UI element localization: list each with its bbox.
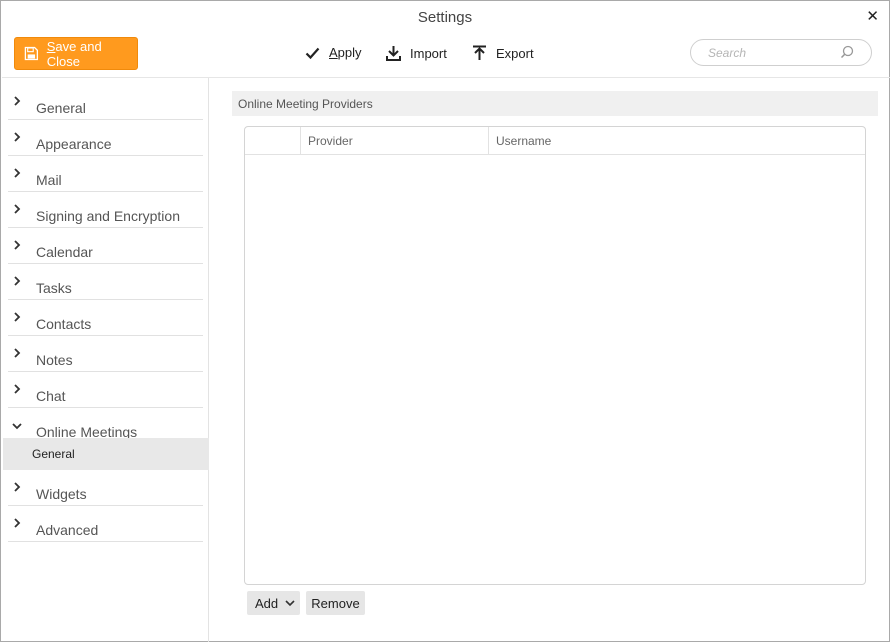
sidebar-item-label: Mail bbox=[36, 172, 62, 188]
sidebar-item-label: Contacts bbox=[36, 316, 92, 332]
sidebar-item-label: Notes bbox=[36, 352, 73, 368]
providers-table[interactable]: Provider Username bbox=[244, 126, 866, 585]
chevron-right-icon bbox=[14, 312, 21, 322]
settings-window: Settings ✕ Save and Close Apply Import E… bbox=[0, 0, 890, 642]
chevron-right-icon bbox=[14, 96, 21, 106]
chevron-right-icon bbox=[14, 204, 21, 214]
sidebar-item-label: Widgets bbox=[36, 486, 87, 502]
sidebar-item-general[interactable]: General bbox=[8, 84, 203, 120]
chevron-right-icon bbox=[14, 240, 21, 250]
chevron-right-icon bbox=[14, 518, 21, 528]
sidebar-item-label: Calendar bbox=[36, 244, 93, 260]
chevron-right-icon bbox=[14, 276, 21, 286]
import-icon bbox=[386, 46, 401, 61]
table-header: Provider Username bbox=[245, 127, 865, 155]
save-and-close-button[interactable]: Save and Close bbox=[14, 37, 138, 70]
chevron-right-icon bbox=[14, 132, 21, 142]
sidebar-item-label: Signing and Encryption bbox=[36, 208, 180, 224]
sidebar-item-label: General bbox=[36, 100, 86, 116]
export-label: Export bbox=[496, 45, 534, 61]
remove-label: Remove bbox=[311, 595, 360, 611]
column-header-provider[interactable]: Provider bbox=[301, 127, 489, 154]
settings-sidebar: General Appearance Mail Signing and Encr… bbox=[2, 78, 209, 642]
section-header: Online Meeting Providers bbox=[232, 91, 878, 116]
import-button[interactable]: Import bbox=[386, 45, 447, 61]
sidebar-item-label: Tasks bbox=[36, 280, 72, 296]
sidebar-item-mail[interactable]: Mail bbox=[8, 156, 203, 192]
chevron-down-icon bbox=[12, 423, 22, 430]
sidebar-item-widgets[interactable]: Widgets bbox=[8, 470, 203, 506]
chevron-right-icon bbox=[14, 168, 21, 178]
close-icon[interactable]: ✕ bbox=[866, 7, 879, 25]
search-icon[interactable] bbox=[840, 45, 854, 59]
chevron-right-icon bbox=[14, 348, 21, 358]
column-header-username[interactable]: Username bbox=[489, 127, 865, 154]
section-title: Online Meeting Providers bbox=[238, 97, 373, 111]
sidebar-subitem-label: General bbox=[32, 447, 75, 461]
sidebar-item-chat[interactable]: Chat bbox=[8, 372, 203, 408]
sidebar-item-label: Advanced bbox=[36, 522, 99, 538]
export-button[interactable]: Export bbox=[472, 45, 534, 61]
sidebar-item-appearance[interactable]: Appearance bbox=[8, 120, 203, 156]
sidebar-subitem-online-meetings-general[interactable]: General bbox=[3, 438, 209, 470]
sidebar-item-signing-and-encryption[interactable]: Signing and Encryption bbox=[8, 192, 203, 228]
checkmark-icon bbox=[305, 47, 320, 59]
sidebar-item-tasks[interactable]: Tasks bbox=[8, 264, 203, 300]
column-header-select[interactable] bbox=[245, 127, 301, 154]
search-input[interactable] bbox=[708, 45, 838, 60]
sidebar-item-advanced[interactable]: Advanced bbox=[8, 506, 203, 542]
remove-button[interactable]: Remove bbox=[306, 591, 365, 615]
add-label: Add bbox=[255, 595, 279, 611]
sidebar-item-notes[interactable]: Notes bbox=[8, 336, 203, 372]
window-title: Settings bbox=[417, 9, 473, 26]
sidebar-item-label: Appearance bbox=[36, 136, 112, 152]
chevron-right-icon bbox=[14, 482, 21, 492]
import-label: Import bbox=[410, 45, 447, 61]
chevron-down-icon[interactable] bbox=[285, 599, 295, 607]
sidebar-item-contacts[interactable]: Contacts bbox=[8, 300, 203, 336]
add-button[interactable]: Add bbox=[247, 591, 300, 615]
save-and-close-label: Save and Close bbox=[46, 38, 102, 69]
save-icon bbox=[24, 46, 39, 61]
search-box[interactable] bbox=[690, 39, 872, 66]
chevron-right-icon bbox=[14, 384, 21, 394]
apply-button[interactable]: Apply bbox=[305, 45, 362, 60]
sidebar-item-label: Chat bbox=[36, 388, 66, 404]
sidebar-item-calendar[interactable]: Calendar bbox=[8, 228, 203, 264]
apply-label: Apply bbox=[329, 45, 362, 60]
export-icon bbox=[473, 45, 486, 60]
